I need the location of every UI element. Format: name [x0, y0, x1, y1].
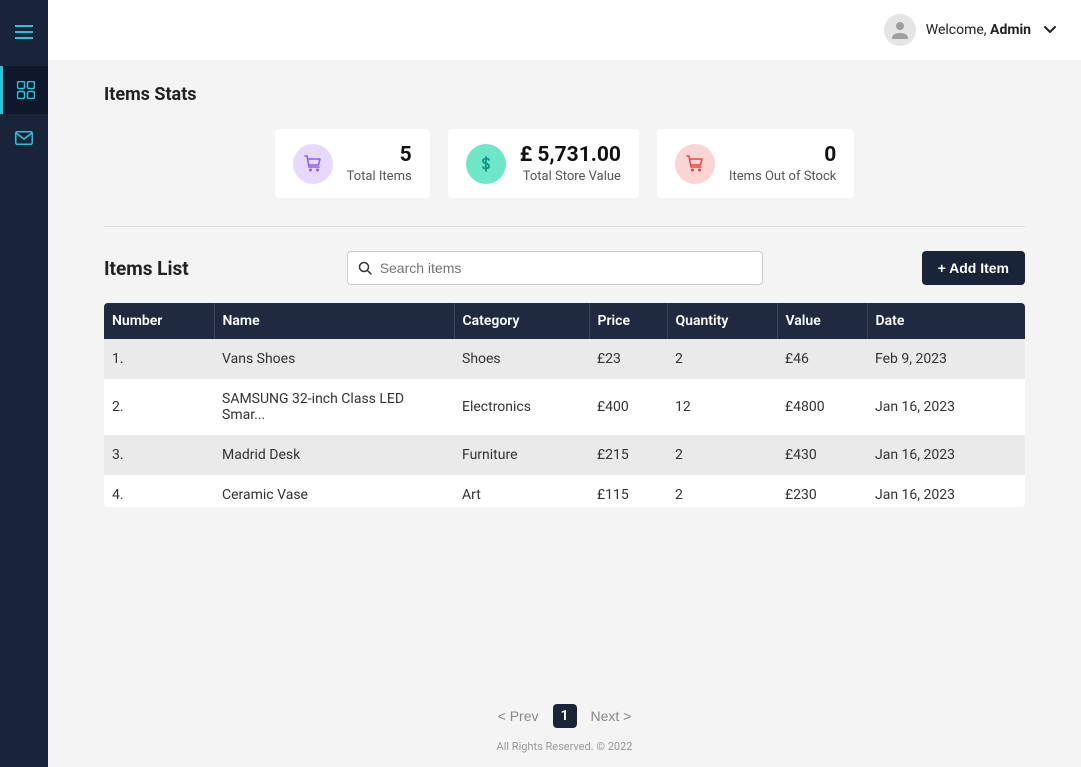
cell-value: £430	[777, 435, 867, 475]
cell-number: 3.	[104, 435, 214, 475]
add-item-button[interactable]: + Add Item	[922, 251, 1025, 285]
cell-name: Madrid Desk	[214, 435, 454, 475]
cell-category: Art	[454, 475, 589, 507]
cell-category: Furniture	[454, 435, 589, 475]
th-value[interactable]: Value	[777, 303, 867, 339]
cell-category: Shoes	[454, 339, 589, 379]
cell-number: 1.	[104, 339, 214, 379]
next-button[interactable]: Next >	[591, 708, 632, 724]
sidebar-item-dashboard[interactable]	[0, 66, 48, 114]
stat-card-out-of-stock: 0 Items Out of Stock	[657, 129, 854, 198]
grid-icon	[17, 81, 35, 99]
cell-value: £46	[777, 339, 867, 379]
user-name: Admin	[990, 22, 1031, 38]
footer-text: All Rights Reserved. © 2022	[104, 740, 1025, 767]
stat-value: 0	[729, 143, 836, 167]
sidebar-menu-toggle[interactable]	[0, 8, 48, 56]
cell-name: Ceramic Vase	[214, 475, 454, 507]
search-wrap	[347, 251, 763, 285]
pagination: < Prev 1 Next >	[104, 680, 1025, 740]
welcome-prefix: Welcome,	[926, 22, 990, 38]
stat-label: Total Store Value	[520, 169, 621, 184]
stat-value: 5	[347, 143, 412, 167]
hamburger-icon	[15, 25, 33, 39]
welcome-text: Welcome, Admin	[926, 22, 1031, 38]
th-price[interactable]: Price	[589, 303, 667, 339]
sidebar	[0, 0, 48, 767]
cell-date: Jan 16, 2023	[867, 435, 1025, 475]
list-title: Items List	[104, 257, 189, 280]
stat-label: Total Items	[347, 169, 412, 184]
table-row[interactable]: 1. Vans Shoes Shoes £23 2 £46 Feb 9, 202…	[104, 339, 1025, 379]
th-number[interactable]: Number	[104, 303, 214, 339]
dollar-icon	[477, 155, 495, 173]
th-name[interactable]: Name	[214, 303, 454, 339]
cell-date: Jan 16, 2023	[867, 475, 1025, 507]
stat-body: £ 5,731.00 Total Store Value	[520, 143, 621, 184]
cart-icon	[686, 155, 704, 173]
th-date[interactable]: Date	[867, 303, 1025, 339]
table-row[interactable]: 2. SAMSUNG 32-inch Class LED Smar... Ele…	[104, 379, 1025, 435]
cart-icon	[304, 155, 322, 173]
envelope-icon	[15, 131, 33, 145]
stats-row: 5 Total Items £ 5,731.00 Total Store Val…	[104, 129, 1025, 227]
table-row[interactable]: 3. Madrid Desk Furniture £215 2 £430 Jan…	[104, 435, 1025, 475]
cell-value: £230	[777, 475, 867, 507]
cell-price: £23	[589, 339, 667, 379]
items-table: Number Name Category Price Quantity Valu…	[104, 303, 1025, 507]
stat-body: 0 Items Out of Stock	[729, 143, 836, 184]
avatar	[884, 14, 916, 46]
th-quantity[interactable]: Quantity	[667, 303, 777, 339]
cell-number: 4.	[104, 475, 214, 507]
cell-date: Jan 16, 2023	[867, 379, 1025, 435]
chevron-down-icon	[1043, 25, 1057, 35]
content: Items Stats 5 Total Items	[48, 60, 1081, 767]
main-region: Welcome, Admin Items Stats 5	[48, 0, 1081, 767]
cell-value: £4800	[777, 379, 867, 435]
cell-date: Feb 9, 2023	[867, 339, 1025, 379]
user-menu[interactable]: Welcome, Admin	[884, 14, 1057, 46]
stat-label: Items Out of Stock	[729, 169, 836, 184]
cell-number: 2.	[104, 379, 214, 435]
table-header: Number Name Category Price Quantity Valu…	[104, 303, 1025, 339]
cell-quantity: 2	[667, 475, 777, 507]
stat-icon-wrap	[293, 144, 333, 184]
stat-icon-wrap	[466, 144, 506, 184]
list-header: Items List + Add Item	[104, 251, 1025, 285]
user-icon	[889, 19, 911, 41]
th-category[interactable]: Category	[454, 303, 589, 339]
sidebar-item-mail[interactable]	[0, 114, 48, 162]
table-container: Number Name Category Price Quantity Valu…	[104, 303, 1025, 507]
search-input[interactable]	[372, 252, 752, 284]
stat-body: 5 Total Items	[347, 143, 412, 184]
stats-title: Items Stats	[104, 84, 1025, 105]
cell-price: £400	[589, 379, 667, 435]
page-number[interactable]: 1	[553, 704, 577, 728]
prev-button[interactable]: < Prev	[498, 708, 539, 724]
cell-quantity: 12	[667, 379, 777, 435]
table-row[interactable]: 4. Ceramic Vase Art £115 2 £230 Jan 16, …	[104, 475, 1025, 507]
topbar: Welcome, Admin	[48, 0, 1081, 60]
stat-icon-wrap	[675, 144, 715, 184]
cell-quantity: 2	[667, 435, 777, 475]
stat-card-total-value: £ 5,731.00 Total Store Value	[448, 129, 639, 198]
cell-quantity: 2	[667, 339, 777, 379]
cell-price: £115	[589, 475, 667, 507]
search-icon	[358, 261, 372, 275]
stat-value: £ 5,731.00	[520, 143, 621, 167]
cell-category: Electronics	[454, 379, 589, 435]
cell-price: £215	[589, 435, 667, 475]
cell-name: Vans Shoes	[214, 339, 454, 379]
cell-name: SAMSUNG 32-inch Class LED Smar...	[214, 379, 454, 435]
table-body: 1. Vans Shoes Shoes £23 2 £46 Feb 9, 202…	[104, 339, 1025, 507]
stat-card-total-items: 5 Total Items	[275, 129, 430, 198]
spacer	[104, 507, 1025, 680]
